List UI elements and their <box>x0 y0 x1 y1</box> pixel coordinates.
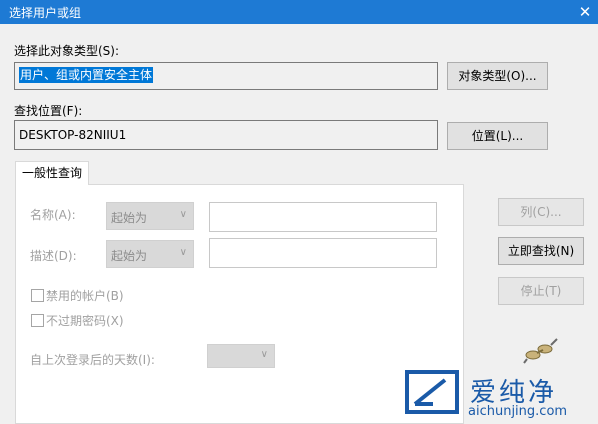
close-icon[interactable]: ✕ <box>572 0 598 24</box>
name-mode-select[interactable]: 起始为 ∨ <box>106 202 194 230</box>
title-bar: 选择用户或组 ✕ <box>0 0 598 24</box>
name-input[interactable] <box>209 202 437 232</box>
days-since-logon-select[interactable]: ∨ <box>207 344 275 368</box>
location-label: 查找位置(F): <box>14 104 83 118</box>
disabled-accounts-checkbox[interactable] <box>31 289 44 302</box>
nonexpiring-password-checkbox[interactable] <box>31 314 44 327</box>
description-label: 描述(D): <box>30 249 77 263</box>
description-input[interactable] <box>209 238 437 268</box>
find-now-button[interactable]: 立即查找(N) <box>498 237 584 265</box>
object-types-button[interactable]: 对象类型(O)... <box>447 62 548 90</box>
watermark-logo-icon <box>405 370 459 414</box>
stop-button[interactable]: 停止(T) <box>498 277 584 305</box>
object-type-label: 选择此对象类型(S): <box>14 44 120 58</box>
tab-common-queries[interactable]: 一般性查询 <box>15 161 89 185</box>
name-label: 名称(A): <box>30 208 76 222</box>
window-title: 选择用户或组 <box>9 6 82 20</box>
name-mode-value: 起始为 <box>111 211 148 225</box>
locations-button[interactable]: 位置(L)... <box>447 122 548 150</box>
columns-button[interactable]: 列(C)... <box>498 198 584 226</box>
description-mode-select[interactable]: 起始为 ∨ <box>106 240 194 268</box>
disabled-accounts-label: 禁用的帐户(B) <box>46 289 124 303</box>
days-since-logon-label: 自上次登录后的天数(I): <box>30 353 155 367</box>
chevron-down-icon: ∨ <box>260 349 268 360</box>
chevron-down-icon: ∨ <box>179 209 187 220</box>
object-type-field[interactable]: 用户、组或内置安全主体 <box>14 62 438 90</box>
location-field[interactable]: DESKTOP-82NIIU1 <box>14 120 438 150</box>
object-type-value: 用户、组或内置安全主体 <box>19 67 154 83</box>
nonexpiring-password-label: 不过期密码(X) <box>46 314 124 328</box>
watermark-url: aichunjing.com <box>468 404 568 419</box>
chevron-down-icon: ∨ <box>179 247 187 258</box>
description-mode-value: 起始为 <box>111 249 148 263</box>
search-animation-icon <box>523 338 558 364</box>
